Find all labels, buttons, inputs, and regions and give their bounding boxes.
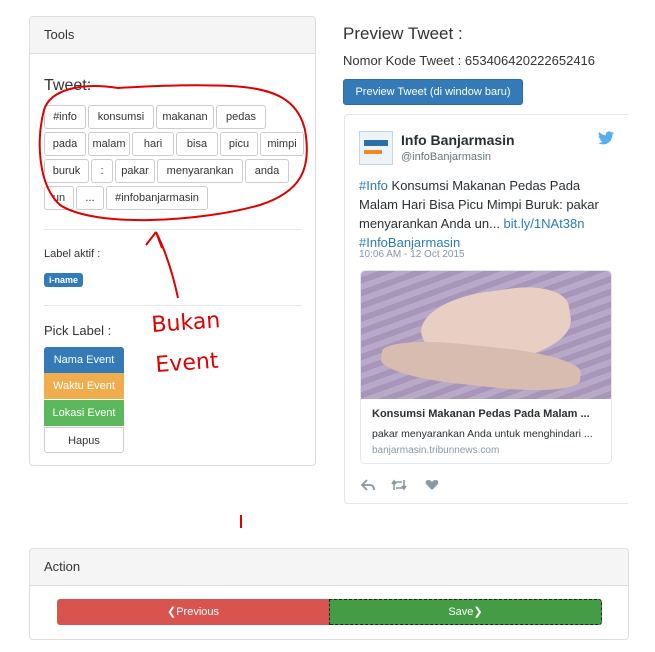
hapus-button[interactable]: Hapus [44, 427, 124, 453]
token-button[interactable]: pakar [115, 159, 155, 183]
token-button[interactable]: malam [88, 132, 130, 156]
card-domain: banjarmasin.tribunnews.com [372, 445, 500, 456]
token-button[interactable]: konsumsi [88, 105, 154, 129]
hashtag-infobanjarmasin[interactable]: #InfoBanjarmasin [359, 235, 460, 250]
tweet-code: Nomor Kode Tweet : 653406420222652416 [343, 53, 596, 68]
waktu-event-button[interactable]: Waktu Event [44, 373, 124, 399]
hashtag-info[interactable]: #Info [359, 178, 388, 193]
token-button[interactable]: picu [220, 132, 258, 156]
token-button[interactable]: anda [245, 159, 289, 183]
chevron-right-icon: ❯ [473, 606, 483, 618]
previous-label: Previous [176, 606, 219, 618]
reply-icon[interactable] [361, 479, 375, 491]
tweet-text: #Info Konsumsi Makanan Pedas Pada Malam … [359, 176, 617, 252]
tools-panel: Tools Tweet: #info konsumsi makanan peda… [29, 16, 316, 466]
card-image [361, 271, 611, 399]
preview-title: Preview Tweet : [343, 24, 463, 43]
tweet-embed: Info Banjarmasin @infoBanjarmasin #Info … [344, 114, 628, 504]
card-title: Konsumsi Makanan Pedas Pada Malam ... [372, 408, 590, 420]
token-button[interactable]: #info [44, 105, 86, 129]
account-handle[interactable]: @infoBanjarmasin [401, 151, 491, 163]
token-button[interactable]: un [44, 186, 74, 210]
divider [44, 305, 302, 306]
token-button[interactable]: menyarankan [157, 159, 243, 183]
token-button[interactable]: ... [76, 186, 104, 210]
token-button[interactable]: buruk [44, 159, 89, 183]
active-label-badge: i-name [44, 273, 84, 287]
card-description: pakar menyarankan Anda untuk menghindari… [372, 428, 593, 440]
token-button[interactable]: hari [132, 132, 174, 156]
token-button[interactable]: pada [44, 132, 86, 156]
nama-event-button[interactable]: Nama Event [44, 347, 124, 373]
tweet-label: Tweet: [44, 77, 92, 94]
lokasi-event-button[interactable]: Lokasi Event [44, 400, 124, 426]
link-card[interactable]: Konsumsi Makanan Pedas Pada Malam ... pa… [360, 270, 612, 464]
active-label-title: Label aktif : [44, 248, 101, 260]
token-button[interactable]: mimpi [260, 132, 304, 156]
token-button[interactable]: : [91, 159, 113, 183]
action-heading: Action [30, 549, 628, 586]
action-panel: Action ❮Previous Save❯ [29, 548, 629, 640]
token-button[interactable]: pedas [216, 105, 266, 129]
tools-heading: Tools [30, 17, 315, 54]
divider [44, 229, 302, 230]
chevron-left-icon: ❮ [166, 606, 177, 618]
token-button[interactable]: makanan [156, 105, 214, 129]
preview-tweet-button[interactable]: Preview Tweet (di window baru) [343, 79, 523, 105]
twitter-bird-icon[interactable] [598, 131, 614, 145]
save-label: Save [448, 606, 474, 618]
avatar[interactable] [359, 131, 393, 165]
retweet-icon[interactable] [391, 479, 407, 491]
token-button[interactable]: #infobanjarmasin [106, 186, 208, 210]
token-button[interactable]: bisa [176, 132, 218, 156]
heart-icon[interactable] [425, 479, 439, 491]
tweet-link[interactable]: bit.ly/1NAt38n [504, 216, 585, 231]
save-button[interactable]: Save❯ [329, 599, 602, 625]
previous-button[interactable]: ❮Previous [57, 599, 329, 625]
tweet-timestamp[interactable]: 10:06 AM - 12 Oct 2015 [359, 249, 465, 260]
account-name[interactable]: Info Banjarmasin [401, 132, 515, 148]
pick-label-title: Pick Label : [44, 323, 112, 338]
